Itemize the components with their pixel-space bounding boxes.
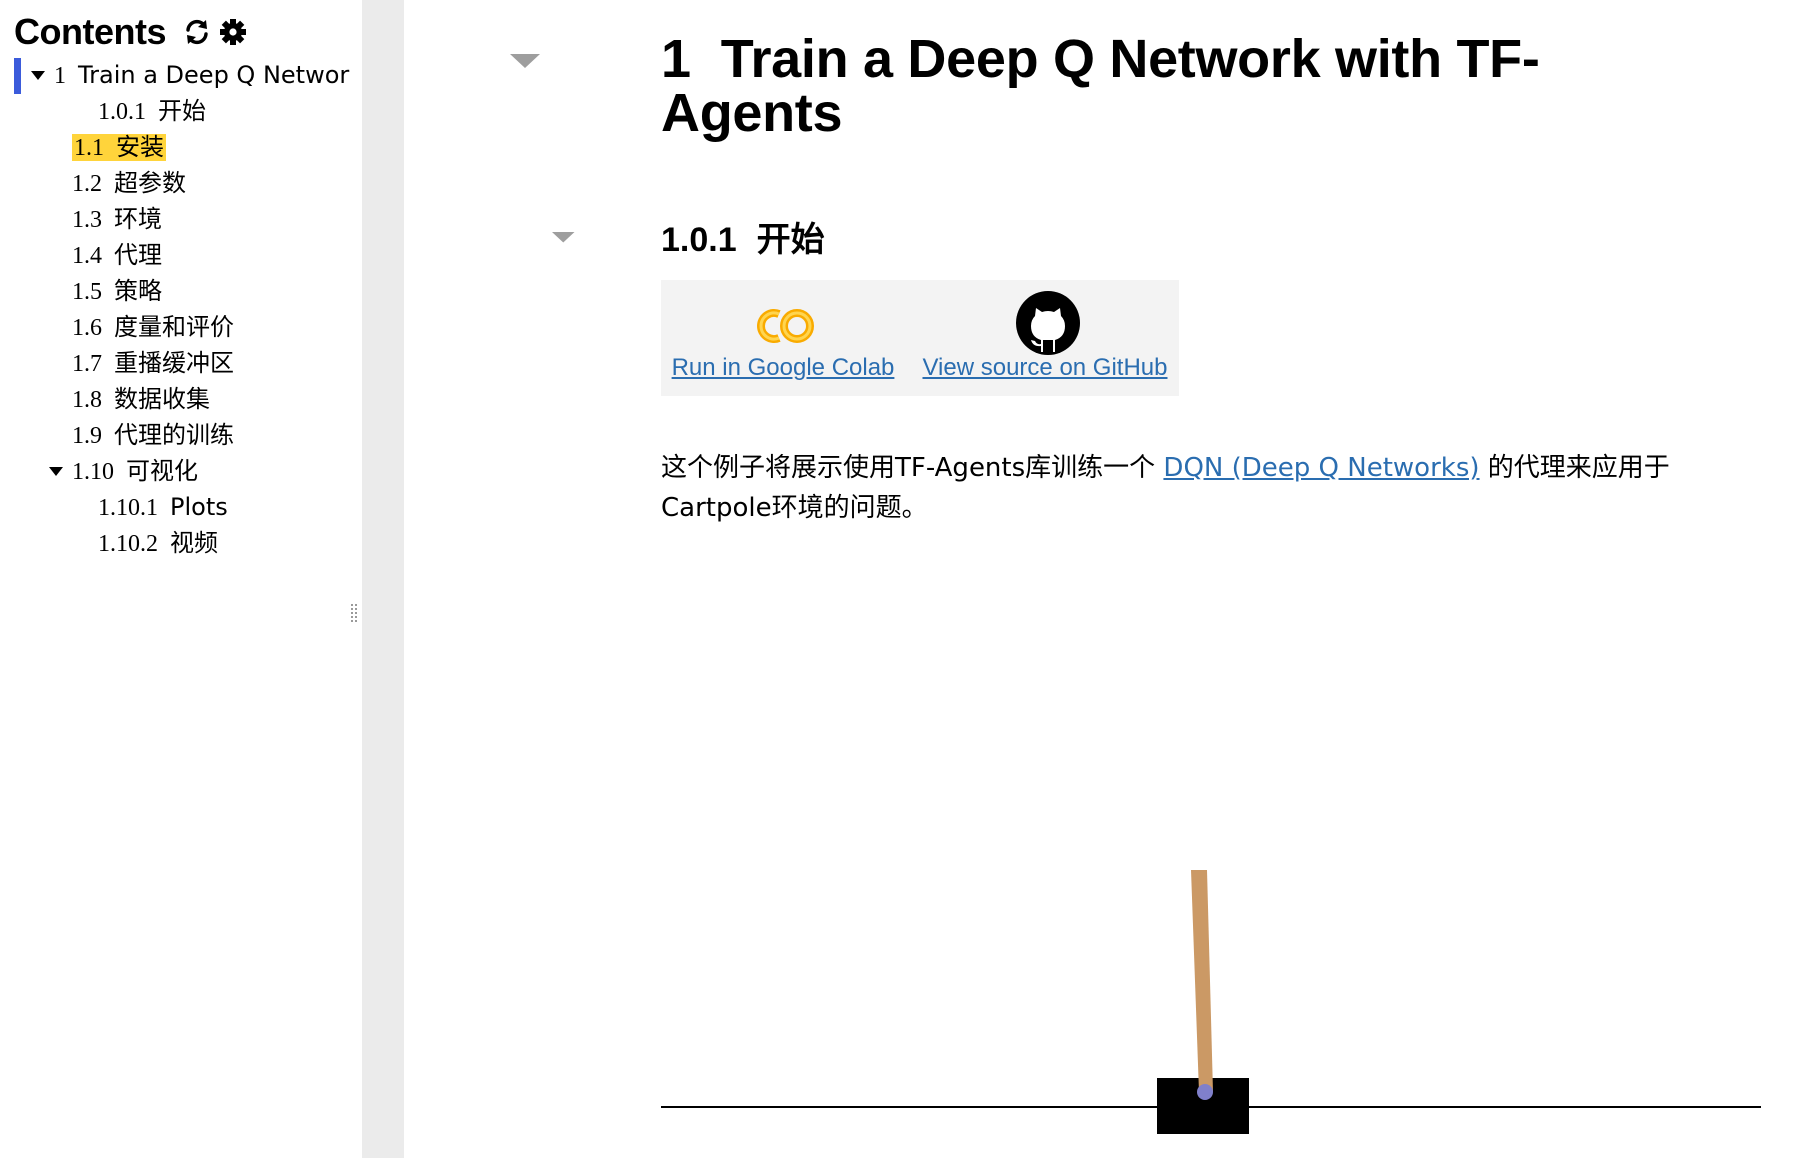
toc-item-number: 1.2 [72, 171, 102, 197]
collapse-subheading-icon[interactable] [552, 232, 575, 246]
colab-link-cell: Run in Google Colab [661, 280, 905, 396]
github-logo-icon [1016, 291, 1080, 355]
toc-active-indicator [14, 58, 21, 94]
collapse-caret-icon[interactable] [48, 454, 64, 488]
toc-item-1-0-1[interactable]: 1.0.1 开始 [98, 94, 206, 128]
toc-item-number: 1.5 [72, 279, 102, 305]
toc-header: Contents [14, 10, 248, 54]
toc-item-number: 1.10.2 [98, 531, 158, 557]
toc-item-label: 可视化 [126, 457, 198, 485]
toc-item-label: 超参数 [114, 169, 186, 197]
collapse-caret-icon[interactable] [30, 58, 46, 92]
intro-text-before: 这个例子将展示使用TF-Agents库训练一个 [661, 453, 1164, 483]
gear-icon[interactable] [218, 17, 248, 47]
toc-item-label: 代理 [114, 241, 162, 269]
toc-sidebar: Contents 1 Train a Deep Q Networ 1.0.1 开… [0, 0, 362, 1158]
toc-item-1-10-1[interactable]: 1.10.1 Plots [98, 490, 228, 524]
cartpole-axle [1197, 1084, 1213, 1100]
toc-item-1-5[interactable]: 1.5 策略 [72, 274, 162, 308]
toc-item-1-10[interactable]: 1.10 可视化 [48, 454, 198, 488]
toc-item-1-10-2[interactable]: 1.10.2 视频 [98, 526, 218, 560]
toc-item-number: 1.10 [72, 459, 114, 485]
toc-selected-highlight: 1.1 安装 [72, 133, 166, 161]
github-link-cell: View source on GitHub [911, 280, 1179, 396]
toc-item-label: 度量和评价 [114, 313, 234, 341]
toc-item-number: 1.7 [72, 351, 102, 377]
intro-paragraph: 这个例子将展示使用TF-Agents库训练一个 DQN (Deep Q Netw… [661, 448, 1721, 528]
heading-text: 开始 [756, 220, 825, 260]
toc-item-number: 1.9 [72, 423, 102, 449]
colab-logo-icon [757, 309, 814, 343]
toc-item-1-3[interactable]: 1.3 环境 [72, 202, 162, 236]
toc-item-label: 策略 [114, 277, 162, 305]
toc-item-train-dqn[interactable]: 1 Train a Deep Q Networ [30, 58, 349, 92]
page-title: 1 Train a Deep Q Network with TF-Agents [661, 32, 1561, 140]
toc-item-number: 1.1 [74, 135, 104, 161]
section-heading: 1.0.1 开始 [661, 218, 825, 262]
cartpole-render [661, 870, 1761, 1134]
toc-item-label: 代理的训练 [114, 421, 234, 449]
refresh-icon[interactable] [182, 17, 212, 47]
toc-item-number: 1.6 [72, 315, 102, 341]
toc-item-1-6[interactable]: 1.6 度量和评价 [72, 310, 234, 344]
heading-number: 1 [661, 29, 691, 89]
dqn-link[interactable]: DQN (Deep Q Networks) [1163, 453, 1479, 483]
toc-item-1-7[interactable]: 1.7 重播缓冲区 [72, 346, 234, 380]
collapse-heading-icon[interactable] [510, 54, 540, 72]
run-in-colab-link[interactable]: Run in Google Colab [661, 354, 905, 382]
toc-item-label: Plots [170, 493, 228, 521]
cartpole-pole [1191, 870, 1213, 1092]
view-on-github-link[interactable]: View source on GitHub [911, 354, 1179, 382]
toc-item-number: 1.4 [72, 243, 102, 269]
heading-number: 1.0.1 [661, 221, 737, 259]
toc-item-1-2[interactable]: 1.2 超参数 [72, 166, 186, 200]
toc-item-label: 安装 [116, 133, 164, 161]
toc-item-label: 数据收集 [114, 385, 210, 413]
toc-item-number: 1.3 [72, 207, 102, 233]
toc-title: Contents [14, 11, 167, 52]
toc-item-label: Train a Deep Q Networ [78, 61, 350, 89]
toc-item-label: 视频 [170, 529, 218, 557]
heading-text: Train a Deep Q Network with TF-Agents [661, 29, 1540, 143]
toc-item-number: 1 [54, 63, 66, 89]
toc-item-label: 重播缓冲区 [114, 349, 234, 377]
toc-item-number: 1.0.1 [98, 99, 146, 125]
toc-item-1-9[interactable]: 1.9 代理的训练 [72, 418, 234, 452]
toc-item-1-1[interactable]: 1.1 安装 [72, 130, 166, 164]
toc-item-number: 1.8 [72, 387, 102, 413]
sidebar-splitter[interactable] [362, 0, 404, 1158]
toc-item-label: 开始 [158, 97, 206, 125]
toc-item-number: 1.10.1 [98, 495, 158, 521]
toc-item-1-8[interactable]: 1.8 数据收集 [72, 382, 210, 416]
toc-item-1-4[interactable]: 1.4 代理 [72, 238, 162, 272]
resize-handle[interactable] [351, 604, 359, 624]
notebook-links-table: Run in Google Colab View source on GitHu… [661, 280, 1179, 396]
toc-item-label: 环境 [114, 205, 162, 233]
